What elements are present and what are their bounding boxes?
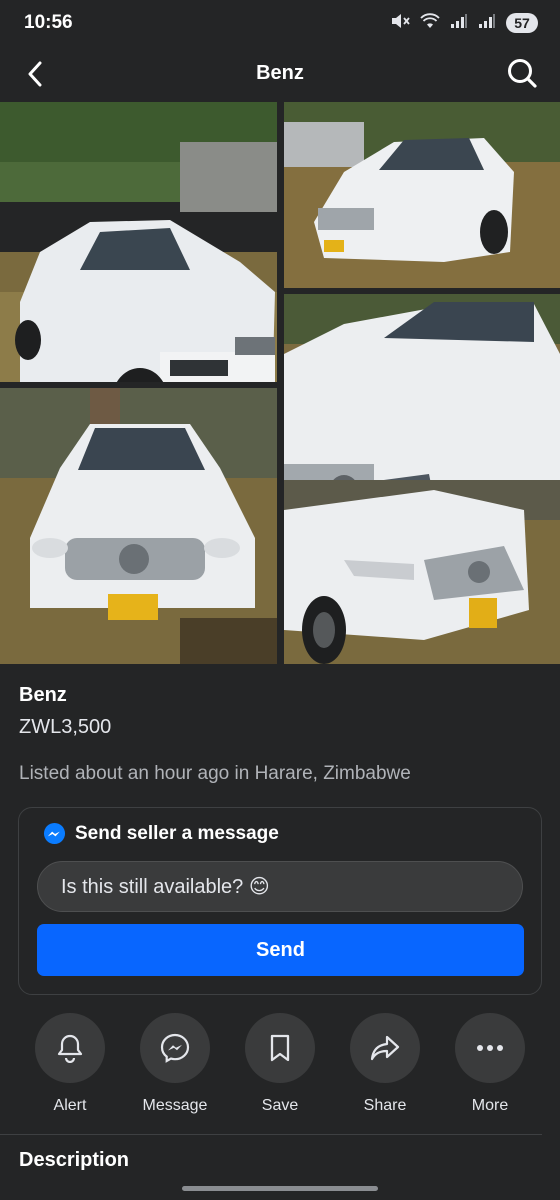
description-heading: Description xyxy=(19,1149,130,1171)
battery-indicator: 57 xyxy=(506,13,538,33)
more-button-circle[interactable] xyxy=(455,1013,525,1083)
search-icon xyxy=(508,59,537,88)
message-label: Message xyxy=(142,1097,208,1114)
save-label: Save xyxy=(261,1097,299,1114)
save-button-circle[interactable] xyxy=(245,1013,315,1083)
message-button-circle[interactable] xyxy=(140,1013,210,1083)
section-divider xyxy=(0,1134,542,1135)
share-icon xyxy=(370,1035,400,1061)
car-photo-1[interactable] xyxy=(0,102,277,382)
more-icon xyxy=(477,1045,503,1051)
photo-gallery xyxy=(0,102,560,664)
messenger-icon xyxy=(160,1033,190,1063)
message-card: Send seller a message Is this still avai… xyxy=(18,807,542,995)
search-button[interactable] xyxy=(504,55,540,91)
mute-icon xyxy=(390,12,410,35)
message-button[interactable]: Message xyxy=(130,1013,220,1115)
wifi-icon xyxy=(420,12,440,34)
car-photo-5[interactable] xyxy=(284,480,560,664)
send-button[interactable]: Send xyxy=(37,924,524,976)
message-header: Send seller a message xyxy=(43,822,279,845)
more-button[interactable]: More xyxy=(445,1013,535,1115)
bell-icon xyxy=(57,1034,83,1063)
alert-button[interactable]: Alert xyxy=(25,1013,115,1115)
alert-button-circle[interactable] xyxy=(35,1013,105,1083)
back-button[interactable] xyxy=(18,57,52,91)
message-input[interactable]: Is this still available? 😊 xyxy=(37,861,523,912)
message-heading: Send seller a message xyxy=(75,822,279,844)
top-nav: Benz xyxy=(0,46,560,100)
car-photo-4[interactable] xyxy=(0,388,277,664)
listing-meta: Listed about an hour ago in Harare, Zimb… xyxy=(19,763,411,784)
car-photo-2[interactable] xyxy=(284,102,560,288)
share-button-circle[interactable] xyxy=(350,1013,420,1083)
more-label: More xyxy=(471,1097,509,1114)
listing-price: ZWL3,500 xyxy=(19,716,112,738)
messenger-logo-icon xyxy=(43,822,66,845)
status-time: 10:56 xyxy=(24,12,73,33)
action-row: Alert Message Save Share More xyxy=(0,1013,560,1123)
save-button[interactable]: Save xyxy=(235,1013,325,1115)
signal-icon xyxy=(450,13,468,34)
home-indicator[interactable] xyxy=(182,1186,378,1191)
chevron-left-icon xyxy=(28,61,42,87)
share-button[interactable]: Share xyxy=(340,1013,430,1115)
share-label: Share xyxy=(363,1097,407,1114)
status-bar: 10:56 57 xyxy=(0,0,560,46)
bookmark-icon xyxy=(270,1034,290,1062)
signal-icon-2 xyxy=(478,13,496,34)
status-icons: 57 xyxy=(390,12,538,35)
alert-label: Alert xyxy=(53,1097,87,1114)
listing-title: Benz xyxy=(19,684,67,706)
page-title: Benz xyxy=(256,61,304,84)
